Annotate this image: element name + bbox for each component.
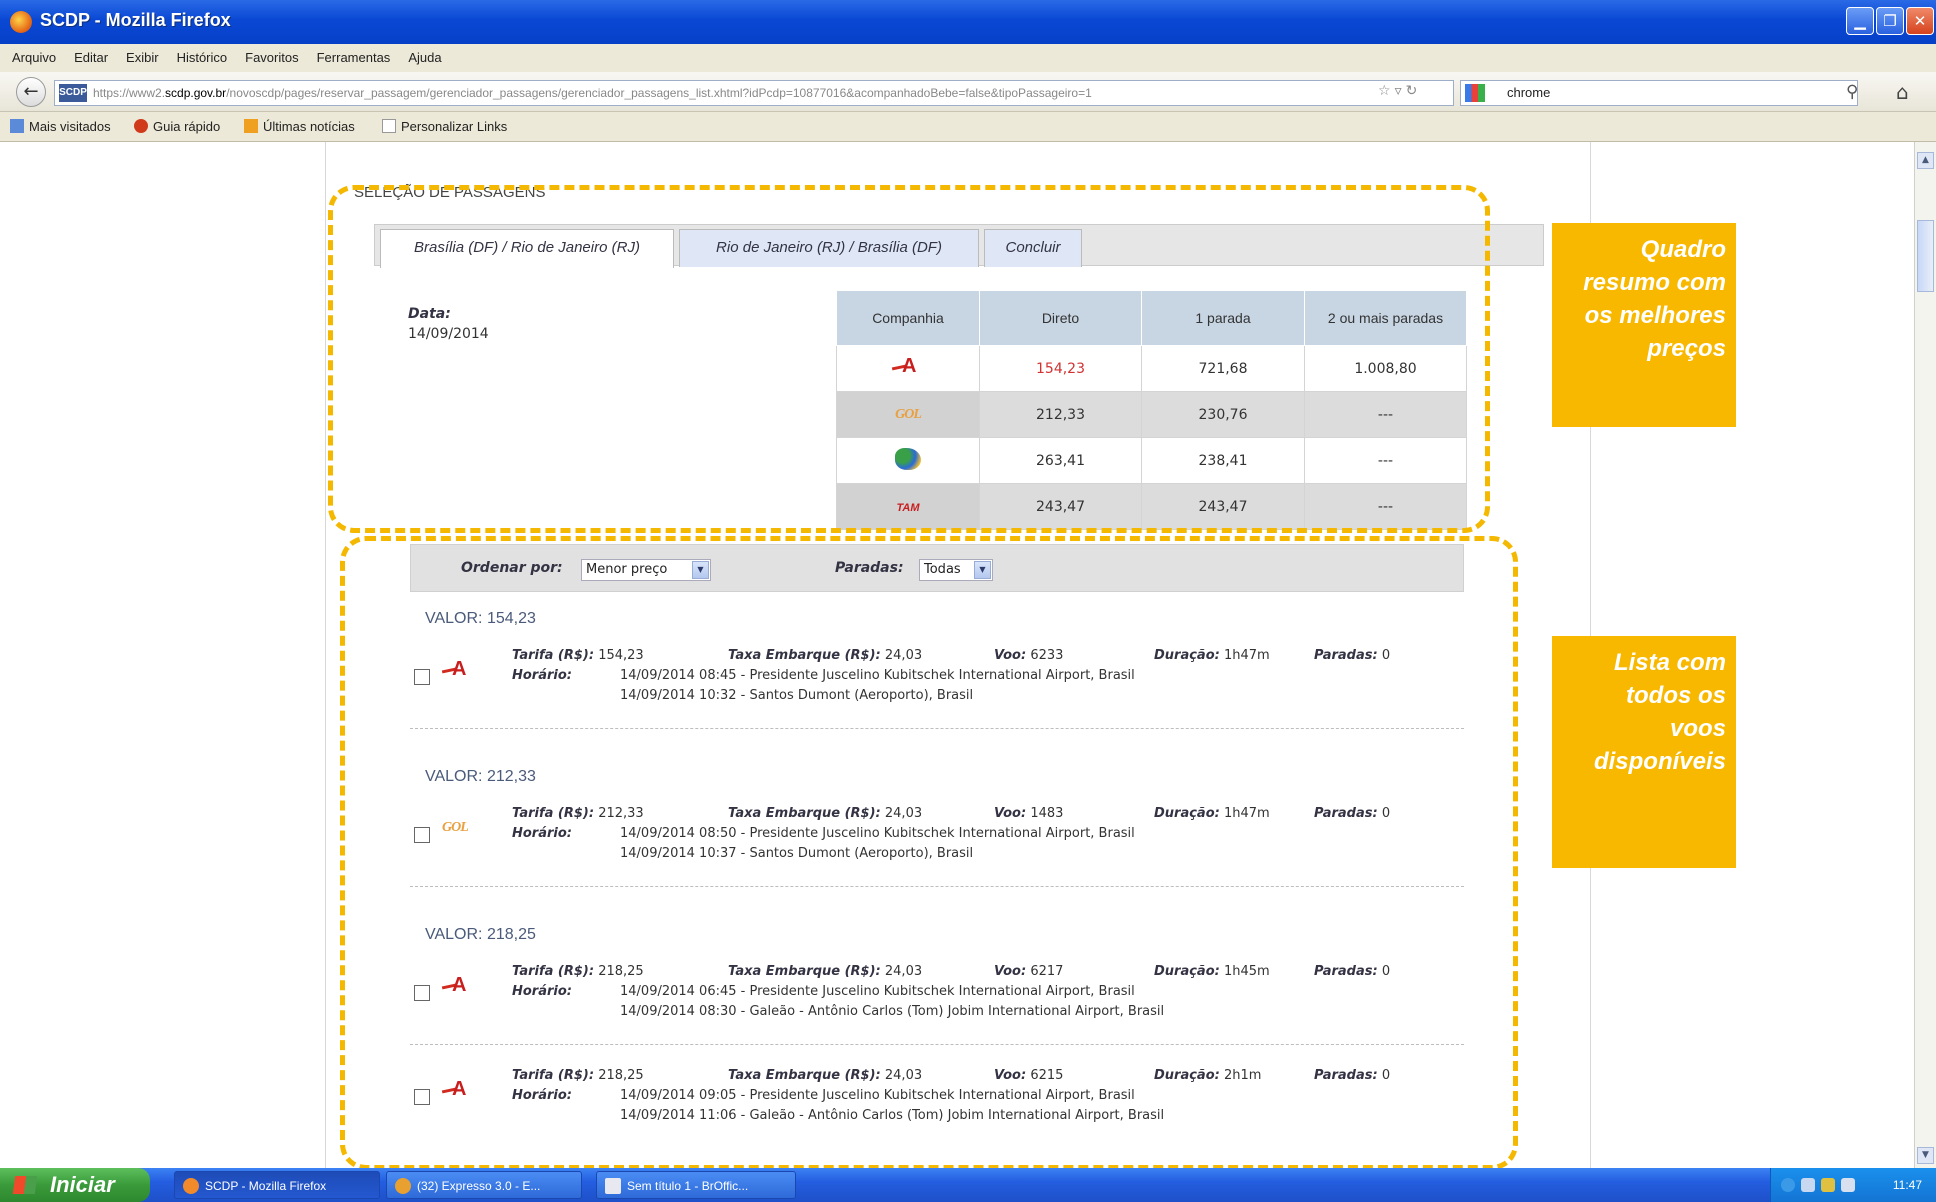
start-button[interactable]: Iniciar bbox=[0, 1168, 150, 1202]
callout-summary: Quadro resumo com os melhores preços bbox=[1552, 223, 1736, 427]
callout-line: Lista com bbox=[1613, 649, 1726, 676]
callout-line: disponíveis bbox=[1593, 748, 1726, 775]
navigation-bar: ← SCDP https://www2.scdp.gov.br/novoscdp/… bbox=[0, 72, 1936, 112]
search-value: chrome bbox=[1507, 85, 1551, 100]
bookmark-mais-visitados[interactable]: Mais visitados bbox=[10, 119, 111, 134]
scroll-up-icon[interactable]: ▲ bbox=[1917, 152, 1934, 169]
reload-icon[interactable]: ↻ bbox=[1406, 83, 1422, 99]
home-icon[interactable]: ⌂ bbox=[1896, 80, 1909, 104]
callout-line: preços bbox=[1647, 335, 1726, 362]
bookmarks-bar: Mais visitados Guia rápido Últimas notíc… bbox=[0, 112, 1936, 142]
title-bar: SCDP - Mozilla Firefox ▁ ❐ ✕ bbox=[0, 0, 1936, 44]
page-viewport: SELEÇÃO DE PASSAGENS Brasília (DF) / Rio… bbox=[0, 142, 1914, 1170]
screen: SCDP - Mozilla Firefox ▁ ❐ ✕ Arquivo Edit… bbox=[0, 0, 1936, 1202]
site-identity-badge[interactable]: SCDP bbox=[59, 84, 87, 102]
url-domain: scdp.gov.br bbox=[165, 86, 227, 100]
page-icon bbox=[382, 119, 396, 133]
url-path: /novoscdp/pages/reservar_passagem/gerenc… bbox=[226, 86, 1092, 100]
callout-line: resumo com bbox=[1583, 269, 1726, 296]
highlight-box-list bbox=[340, 536, 1518, 1170]
task-firefox[interactable]: SCDP - Mozilla Firefox bbox=[174, 1171, 380, 1199]
callout-line: todos os bbox=[1626, 682, 1726, 709]
menu-bar: Arquivo Editar Exibir Histórico Favoritos Fer… bbox=[0, 44, 1936, 72]
bookmark-ultimas-noticias[interactable]: Últimas notícias bbox=[244, 119, 355, 134]
window-title: SCDP - Mozilla Firefox bbox=[40, 10, 231, 30]
firefox-icon bbox=[395, 1178, 411, 1194]
volume-icon[interactable] bbox=[1841, 1178, 1855, 1192]
task-broffice[interactable]: Sem título 1 - BrOffic... bbox=[596, 1171, 796, 1199]
firefox-icon bbox=[183, 1178, 199, 1194]
clock: 11:47 bbox=[1892, 1178, 1922, 1192]
highlight-box-summary bbox=[328, 185, 1490, 533]
menu-editar[interactable]: Editar bbox=[65, 44, 117, 65]
dropdown-arrow-icon[interactable]: ▿ bbox=[1395, 83, 1406, 99]
menu-historico[interactable]: Histórico bbox=[168, 44, 237, 65]
taskbar: Iniciar SCDP - Mozilla Firefox (32) Expr… bbox=[0, 1168, 1936, 1202]
callout-line: Quadro bbox=[1640, 236, 1726, 263]
guide-icon bbox=[134, 119, 148, 133]
menu-favoritos[interactable]: Favoritos bbox=[236, 44, 307, 65]
minimize-button[interactable]: ▁ bbox=[1846, 7, 1874, 35]
search-engine-icon[interactable] bbox=[1465, 84, 1485, 102]
task-expresso[interactable]: (32) Expresso 3.0 - E... bbox=[386, 1171, 582, 1199]
callout-line: os melhores bbox=[1584, 302, 1726, 329]
network-icon[interactable] bbox=[1781, 1178, 1795, 1192]
url-prefix: https://www2. bbox=[93, 86, 166, 100]
bookmark-star-icon[interactable]: ☆ bbox=[1378, 83, 1395, 99]
callout-list: Lista com todos os voos disponíveis bbox=[1552, 636, 1736, 868]
bookmark-label: Personalizar Links bbox=[401, 119, 508, 134]
maximize-button[interactable]: ❐ bbox=[1876, 7, 1904, 35]
most-visited-icon bbox=[10, 119, 24, 133]
system-tray: 11:47 bbox=[1770, 1168, 1936, 1202]
bookmark-label: Mais visitados bbox=[29, 119, 111, 134]
menu-arquivo[interactable]: Arquivo bbox=[0, 44, 65, 65]
tray-app-icon[interactable] bbox=[1801, 1178, 1815, 1192]
scroll-down-icon[interactable]: ▼ bbox=[1917, 1147, 1934, 1164]
menu-ajuda[interactable]: Ajuda bbox=[399, 44, 450, 65]
rss-icon bbox=[244, 119, 258, 133]
document-icon bbox=[605, 1178, 621, 1194]
menu-exibir[interactable]: Exibir bbox=[117, 44, 168, 65]
bookmark-personalizar-links[interactable]: Personalizar Links bbox=[382, 119, 507, 134]
scroll-thumb[interactable] bbox=[1917, 220, 1934, 292]
bookmark-label: Guia rápido bbox=[153, 119, 221, 134]
menu-ferramentas[interactable]: Ferramentas bbox=[308, 44, 400, 65]
back-button[interactable]: ← bbox=[16, 77, 46, 107]
close-button[interactable]: ✕ bbox=[1906, 7, 1934, 35]
callout-line: voos bbox=[1669, 715, 1726, 742]
url-bar-icons: ☆▿↻ bbox=[1378, 83, 1421, 99]
column-divider bbox=[325, 142, 326, 1168]
windows-logo-icon bbox=[12, 1176, 38, 1194]
bookmark-label: Últimas notícias bbox=[263, 119, 355, 134]
vertical-scrollbar[interactable]: ▲ ▼ bbox=[1914, 142, 1936, 1168]
url-bar[interactable]: SCDP https://www2.scdp.gov.br/novoscdp/pa… bbox=[54, 80, 1454, 106]
bookmark-guia-rapido[interactable]: Guia rápido bbox=[134, 119, 220, 134]
search-box[interactable]: chrome bbox=[1460, 80, 1858, 106]
tray-app-icon[interactable] bbox=[1821, 1178, 1835, 1192]
firefox-icon bbox=[10, 11, 32, 33]
search-icon[interactable]: ⚲ bbox=[1846, 82, 1858, 102]
